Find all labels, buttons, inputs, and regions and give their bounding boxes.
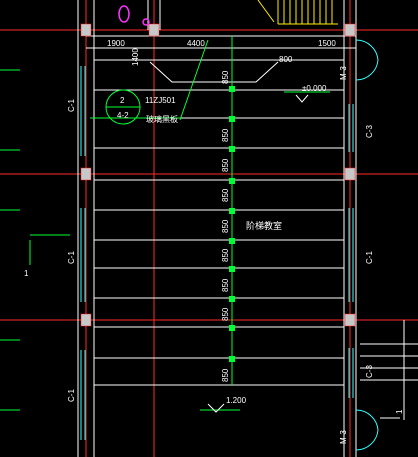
room-label: 阶梯教室	[246, 220, 282, 231]
step-dim-8: 850	[221, 307, 230, 321]
walls	[77, 0, 357, 457]
dim-left-vertical: 1400	[131, 48, 140, 66]
detail-ref-bottom: 4-2	[117, 111, 129, 120]
window-tag-right-1: C-3	[365, 125, 374, 138]
dim-top-center: 4400	[187, 39, 205, 48]
level-high: 1.200	[226, 396, 247, 405]
step-dim-9: 850	[221, 368, 230, 382]
detail-ref-code: 11ZJ501	[145, 96, 176, 105]
axis-lines	[0, 0, 418, 457]
step-dim-4: 850	[221, 188, 230, 202]
columns	[80, 23, 356, 327]
window-tag-right-3: C-3	[365, 365, 374, 378]
cad-viewport: 1900 4400 1500 1400 800 ±0.000 1.200 11Z…	[0, 0, 418, 457]
floor-plan-drawing: 1900 4400 1500 1400 800 ±0.000 1.200 11Z…	[0, 0, 418, 457]
stair-detail	[257, 0, 338, 25]
step-dim-1: 850	[221, 70, 230, 84]
step-dim-5: 850	[221, 219, 230, 233]
mark-left: 1	[24, 269, 29, 278]
door-tag-top: M-3	[339, 66, 348, 80]
detail-ref-top: 2	[120, 96, 125, 105]
windows	[80, 66, 354, 440]
detail-label: 玻璃黑板	[146, 114, 178, 124]
door-tag-bottom: M-3	[339, 430, 348, 444]
step-dim-3: 850	[221, 158, 230, 172]
step-dim-6: 850	[221, 248, 230, 262]
mark-right: 1	[395, 409, 404, 414]
window-tag-left-3: C-1	[67, 389, 76, 402]
level-zero: ±0.000	[302, 84, 327, 93]
dim-top-right: 1500	[318, 39, 336, 48]
window-tag-left-1: C-1	[67, 99, 76, 112]
window-tag-left-2: C-1	[67, 251, 76, 264]
dim-top-left: 1900	[107, 39, 125, 48]
step-dim-2: 850	[221, 128, 230, 142]
step-dim-7: 850	[221, 278, 230, 292]
dim-small-step: 800	[279, 55, 293, 64]
wc-fixture	[118, 5, 150, 26]
window-tag-right-2: C-1	[365, 251, 374, 264]
doors	[355, 39, 379, 451]
